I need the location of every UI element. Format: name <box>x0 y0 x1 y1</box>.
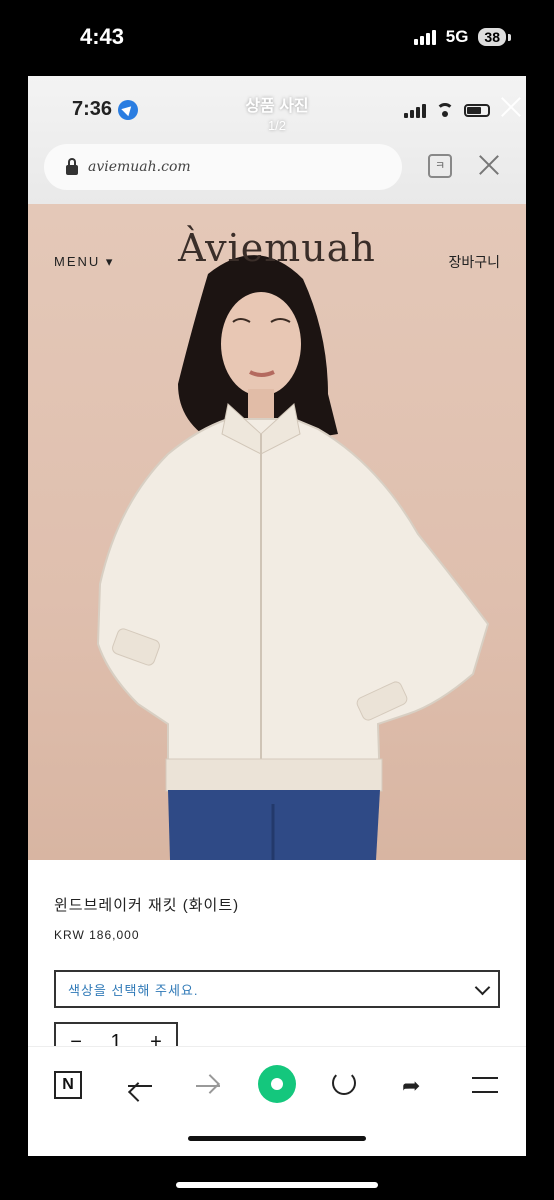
share-icon[interactable]: ➦ <box>402 1073 420 1099</box>
viewer-close-icon[interactable] <box>496 92 526 122</box>
wifi-icon <box>436 103 454 117</box>
back-arrow-icon[interactable] <box>128 1085 152 1087</box>
tabs-button[interactable]: ㅋ <box>428 154 452 178</box>
inner-home-indicator <box>188 1136 366 1141</box>
color-select[interactable]: 색상을 선택해 주세요. <box>54 970 500 1008</box>
screenshot-top-area: 7:36 상품 사진 1/2 aviemuah.com ㅋ <box>28 76 526 204</box>
chevron-down-icon <box>474 979 491 996</box>
outer-status-bar: 4:43 5G 38 <box>0 0 554 76</box>
battery-icon: 38 <box>478 28 511 46</box>
cellular-signal-icon <box>413 29 436 45</box>
naver-home-button[interactable]: N <box>54 1071 82 1099</box>
url-text: aviemuah.com <box>88 159 191 175</box>
product-hero-image: Àviemuah MENU ▾ 장바구니 <box>28 204 526 860</box>
photo-viewer: 7:36 상품 사진 1/2 aviemuah.com ㅋ Àviemuah M… <box>28 76 526 1156</box>
inner-signal-icon <box>404 102 426 118</box>
lock-icon <box>66 158 78 175</box>
green-dot-button[interactable] <box>258 1065 296 1103</box>
product-name: 윈드브레이커 재킷 (화이트) <box>54 897 240 914</box>
home-indicator[interactable] <box>176 1182 378 1188</box>
reload-icon[interactable] <box>332 1071 356 1095</box>
network-type: 5G <box>445 27 469 46</box>
model-photo <box>96 255 490 860</box>
inner-status-icons <box>404 102 490 118</box>
outer-clock: 4:43 <box>80 24 125 49</box>
cart-link[interactable]: 장바구니 <box>448 252 500 272</box>
close-page-icon[interactable] <box>476 152 502 178</box>
menu-hamburger-icon[interactable] <box>472 1077 498 1093</box>
inner-battery-icon <box>464 103 490 117</box>
photo-counter: 1/2 <box>267 118 287 133</box>
menu-button[interactable]: MENU ▾ <box>54 254 114 270</box>
forward-arrow-icon[interactable] <box>196 1085 220 1087</box>
product-price: KRW 186,000 <box>54 928 140 942</box>
address-bar[interactable]: aviemuah.com <box>44 144 402 190</box>
color-select-value: 색상을 선택해 주세요. <box>68 982 199 998</box>
